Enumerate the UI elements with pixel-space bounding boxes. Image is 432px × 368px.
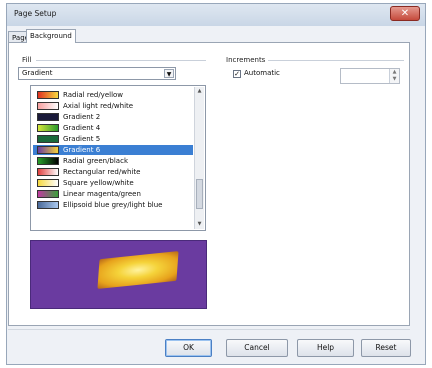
gradient-label: Gradient 4: [63, 124, 101, 132]
dialog-title: Page Setup: [14, 9, 57, 18]
fill-type-value: Gradient: [22, 69, 53, 77]
increments-group-label: Increments: [226, 56, 266, 64]
tab-background[interactable]: Background: [26, 29, 76, 43]
gradient-swatch: [37, 190, 59, 198]
chevron-down-icon[interactable]: ▼: [164, 69, 174, 78]
gradient-list-item[interactable]: Rectangular red/white: [33, 167, 193, 177]
button-separator: [8, 329, 410, 330]
fill-group-label: Fill: [22, 56, 32, 64]
gradient-label: Gradient 5: [63, 135, 101, 143]
gradient-label: Rectangular red/white: [63, 168, 141, 176]
gradient-list-item[interactable]: Gradient 6: [33, 145, 193, 155]
gradient-list-item[interactable]: Radial red/yellow: [33, 90, 193, 100]
gradient-swatch: [37, 201, 59, 209]
ok-button[interactable]: OK: [165, 339, 212, 357]
gradient-swatch: [37, 179, 59, 187]
scroll-up-icon[interactable]: ▲: [195, 87, 204, 96]
gradient-swatch: [37, 135, 59, 143]
gradient-list[interactable]: ▲ ▼ Radial red/yellow Axial light red/whi…: [30, 85, 206, 231]
title-bar: Page Setup ✕: [7, 4, 425, 26]
list-scrollbar[interactable]: ▲ ▼: [194, 87, 204, 229]
gradient-swatch: [37, 102, 59, 110]
gradient-swatch: [37, 146, 59, 154]
gradient-list-item[interactable]: Square yellow/white: [33, 178, 193, 188]
gradient-label: Radial red/yellow: [63, 91, 124, 99]
gradient-swatch: [37, 157, 59, 165]
fill-separator: [36, 60, 206, 61]
gradient-label: Square yellow/white: [63, 179, 134, 187]
spin-down-icon[interactable]: ▼: [390, 76, 399, 83]
gradient-list-item[interactable]: Gradient 5: [33, 134, 193, 144]
fill-type-select[interactable]: Gradient ▼: [18, 67, 176, 80]
gradient-label: Gradient 6: [63, 146, 101, 154]
automatic-checkbox[interactable]: ✓: [233, 70, 241, 78]
automatic-label: Automatic: [244, 69, 280, 77]
increments-spinbox[interactable]: ▲ ▼: [340, 68, 400, 84]
title-decoration: [77, 7, 377, 23]
gradient-label: Gradient 2: [63, 113, 101, 121]
spin-buttons: ▲ ▼: [389, 69, 399, 83]
gradient-label: Ellipsoid blue grey/light blue: [63, 201, 163, 209]
gradient-list-item[interactable]: Gradient 2: [33, 112, 193, 122]
gradient-list-item[interactable]: Linear magenta/green: [33, 189, 193, 199]
increments-separator: [268, 60, 404, 61]
spin-up-icon[interactable]: ▲: [390, 69, 399, 76]
gradient-swatch: [37, 124, 59, 132]
help-button[interactable]: Help: [297, 339, 354, 357]
gradient-list-item[interactable]: Radial green/black: [33, 156, 193, 166]
cancel-button[interactable]: Cancel: [226, 339, 288, 357]
gradient-label: Radial green/black: [63, 157, 129, 165]
preview-gradient-shape: [97, 251, 179, 289]
gradient-label: Linear magenta/green: [63, 190, 141, 198]
gradient-swatch: [37, 91, 59, 99]
reset-button[interactable]: Reset: [361, 339, 411, 357]
gradient-swatch: [37, 168, 59, 176]
close-button[interactable]: ✕: [390, 6, 420, 21]
scroll-down-icon[interactable]: ▼: [195, 220, 204, 229]
gradient-list-item[interactable]: Axial light red/white: [33, 101, 193, 111]
gradient-swatch: [37, 113, 59, 121]
gradient-list-item[interactable]: Ellipsoid blue grey/light blue: [33, 200, 193, 210]
gradient-label: Axial light red/white: [63, 102, 134, 110]
gradient-list-item[interactable]: Gradient 4: [33, 123, 193, 133]
scroll-thumb[interactable]: [196, 179, 203, 209]
gradient-preview: [30, 240, 207, 309]
